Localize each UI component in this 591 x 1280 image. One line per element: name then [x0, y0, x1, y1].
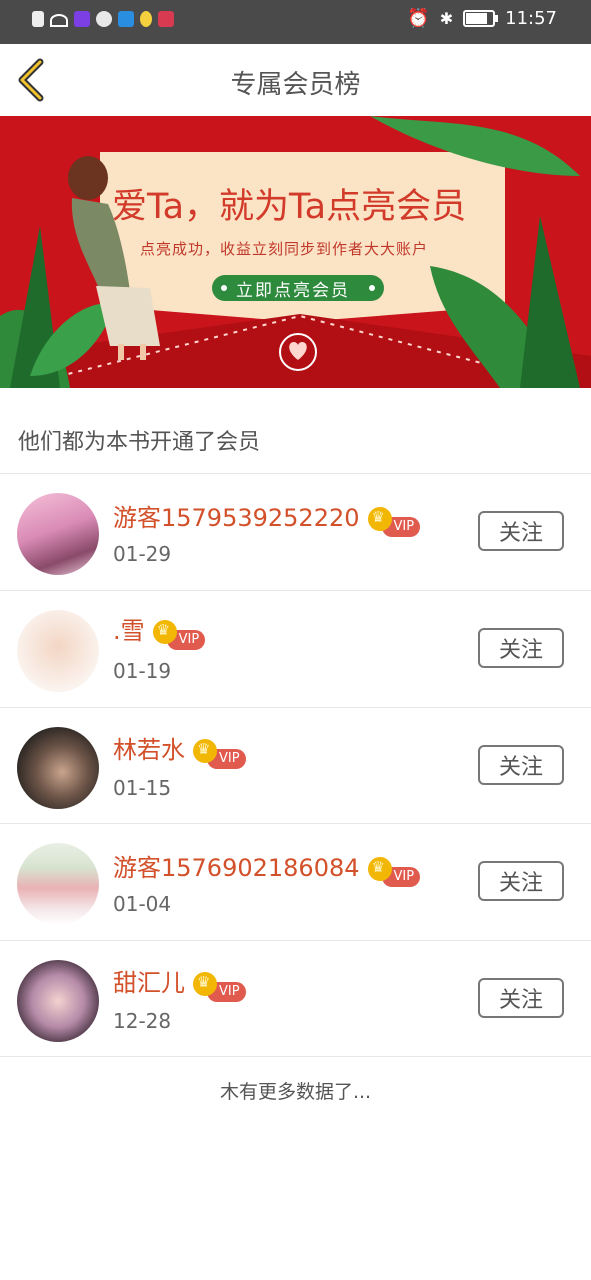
follow-button[interactable]: 关注	[478, 511, 564, 551]
spacer	[0, 388, 591, 406]
banner-subline: 点亮成功，收益立刻同步到作者大大账户	[140, 240, 429, 258]
member-row[interactable]: 游客1579539252220VIP 01-29 关注	[0, 474, 591, 590]
member-date: 12-28	[113, 1009, 172, 1033]
vip-badge: VIP	[193, 972, 246, 1002]
no-more-data-text: 木有更多数据了...	[219, 1081, 372, 1103]
bulb-icon	[140, 10, 152, 27]
crown-icon	[193, 972, 217, 996]
status-icons-right: ⏰ ✱ 11:57	[407, 8, 557, 29]
crown-icon	[367, 507, 392, 531]
battery-icon	[463, 10, 499, 27]
follow-button[interactable]: 关注	[478, 978, 564, 1018]
wifi-icon	[50, 14, 68, 27]
member-name: 林若水VIP	[113, 730, 246, 769]
vip-badge: VIP	[367, 507, 421, 537]
member-name: 甜汇儿VIP	[113, 963, 246, 1002]
follow-button[interactable]: 关注	[478, 745, 564, 785]
avatar[interactable]	[17, 610, 99, 692]
clock: 11:57	[505, 8, 557, 29]
avatar[interactable]	[17, 843, 99, 925]
vip-badge: VIP	[193, 739, 246, 769]
video-app-icon	[74, 10, 90, 27]
member-row[interactable]: 甜汇儿VIP 12-28 关注	[0, 941, 591, 1057]
header: 专属会员榜	[0, 44, 591, 116]
status-bar: ⏰ ✱ 11:57	[0, 0, 591, 44]
follow-button[interactable]: 关注	[478, 628, 564, 668]
member-row[interactable]: .雪VIP 01-19 关注	[0, 591, 591, 707]
page-title: 专属会员榜	[230, 70, 361, 100]
avatar[interactable]	[17, 727, 99, 809]
promo-banner[interactable]: 爱Ta，就为Ta点亮会员 点亮成功，收益立刻同步到作者大大账户 立即点亮会员	[0, 116, 591, 388]
avatar[interactable]	[17, 960, 99, 1042]
clapper-icon	[158, 10, 174, 27]
crown-icon	[367, 857, 392, 881]
member-name: 游客1579539252220VIP	[113, 498, 421, 537]
member-row[interactable]: 游客1576902186084VIP 01-04 关注	[0, 824, 591, 940]
member-name: .雪VIP	[113, 611, 206, 650]
member-row[interactable]: 林若水VIP 01-15 关注	[0, 708, 591, 824]
browser-icon	[118, 10, 134, 27]
member-name: 游客1576902186084VIP	[113, 848, 421, 887]
avatar[interactable]	[17, 493, 99, 575]
crown-icon	[193, 739, 217, 763]
banner-headline: 爱Ta，就为Ta点亮会员	[112, 187, 467, 227]
banner-cta-button[interactable]: 立即点亮会员	[236, 276, 350, 301]
member-date: 01-29	[113, 542, 172, 566]
follow-button[interactable]: 关注	[478, 861, 564, 901]
wechat-icon	[96, 10, 112, 27]
section-title: 他们都为本书开通了会员	[18, 430, 261, 455]
divider	[0, 1056, 591, 1057]
crown-icon	[152, 620, 177, 644]
member-date: 01-19	[113, 659, 172, 683]
sim-alert-icon	[32, 10, 44, 27]
vip-badge: VIP	[152, 620, 206, 650]
member-date: 01-04	[113, 892, 172, 916]
alarm-icon: ⏰	[407, 8, 430, 29]
status-icons-left	[32, 10, 174, 27]
vip-badge: VIP	[367, 857, 421, 887]
member-date: 01-15	[113, 776, 172, 800]
bluetooth-icon: ✱	[439, 9, 454, 28]
